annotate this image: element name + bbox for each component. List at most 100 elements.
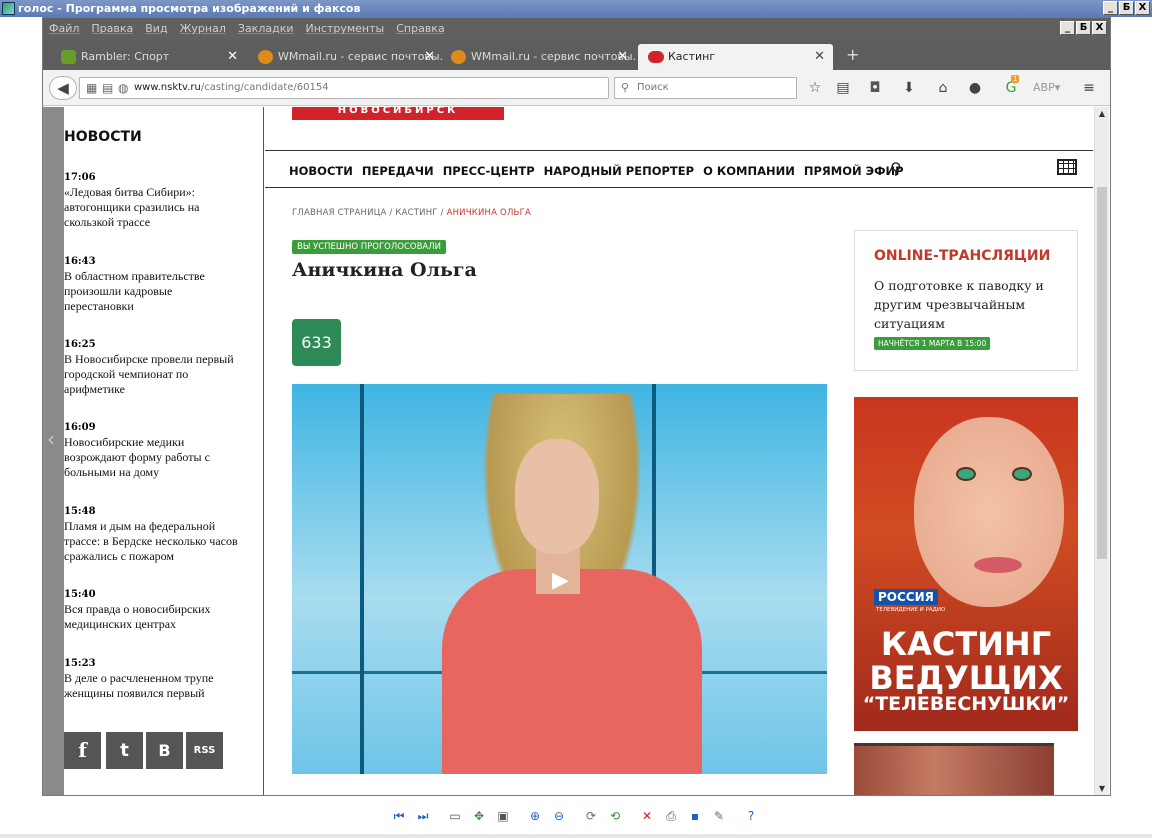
edit-image-icon[interactable]: ✎ [711, 808, 727, 824]
facebook-icon[interactable]: f [64, 732, 101, 769]
bookmarks-list-icon[interactable]: ▤ [833, 78, 853, 98]
news-item[interactable]: 15:40 Вся правда о новосибирских медицин… [64, 588, 239, 632]
nav-live[interactable]: ПРЯМОЙ ЭФИР [804, 164, 904, 178]
ff-maximize-button[interactable]: Б [1076, 21, 1091, 35]
rossia-logo-sub: ТЕЛЕВИДЕНИЕ И РАДИО [876, 607, 946, 613]
previous-image-icon[interactable]: ⏮ [391, 808, 407, 824]
back-button[interactable]: ◀ [49, 76, 77, 100]
tab-close-icon[interactable]: ✕ [227, 44, 238, 70]
news-item[interactable]: 16:09 Новосибирские медики возрождают фо… [64, 421, 239, 480]
breadcrumb-casting[interactable]: КАСТИНГ [395, 208, 437, 218]
site-logo[interactable]: НОВОСИБИРСК [292, 107, 504, 120]
online-broadcasts-box[interactable]: ONLINE-ТРАНСЛЯЦИИ О подготовке к паводку… [854, 230, 1078, 371]
casting-banner[interactable]: РОССИЯ ТЕЛЕВИДЕНИЕ И РАДИО КАСТИНГ ВЕДУЩ… [854, 397, 1078, 731]
news-item[interactable]: 15:23 В деле о расчлененном трупе женщин… [64, 657, 239, 703]
news-link[interactable]: «Ледовая битва Сибири»: автогонщики сраз… [64, 185, 239, 230]
adblock-icon[interactable]: ABP▾ [1033, 78, 1060, 98]
news-item[interactable]: 17:06 «Ледовая битва Сибири»: автогонщик… [64, 171, 239, 230]
menu-help[interactable]: Справка [396, 18, 444, 40]
candidate-video[interactable]: ▶ [292, 384, 827, 774]
news-link[interactable]: Пламя и дым на федеральной трассе: в Бер… [64, 519, 239, 564]
ff-minimize-button[interactable]: _ [1060, 21, 1075, 35]
news-item[interactable]: 16:43 В областном правительстве произошл… [64, 255, 239, 314]
tab-close-icon[interactable]: ✕ [424, 44, 435, 70]
scroll-up-icon[interactable]: ▲ [1097, 109, 1107, 118]
tab-wmmail-1[interactable]: WMmail.ru - сервис почтовы... ✕ [248, 44, 443, 70]
save-icon[interactable]: ▪ [687, 808, 703, 824]
rotate-counterclockwise-icon[interactable]: ⟲ [607, 808, 623, 824]
rss-icon[interactable]: RSS [186, 732, 223, 769]
nav-shows[interactable]: ПЕРЕДАЧИ [362, 164, 434, 178]
pocket-icon[interactable]: ◘ [865, 78, 885, 98]
downloads-icon[interactable]: ⬇ [899, 78, 919, 98]
vk-icon[interactable]: В [146, 732, 183, 769]
menu-view[interactable]: Вид [145, 18, 167, 40]
actual-size-icon[interactable]: ✥ [471, 808, 487, 824]
news-link[interactable]: В областном правительстве произошли кадр… [64, 269, 239, 314]
tab-close-icon[interactable]: ✕ [814, 44, 825, 70]
online-text[interactable]: О подготовке к паводку и другим чрезвыча… [874, 276, 1064, 333]
minimize-button[interactable]: _ [1103, 1, 1118, 15]
scroll-thumb[interactable] [1097, 187, 1107, 559]
viewer-toolbar: ⏮ ⏭ ▭ ✥ ▣ ⊕ ⊖ ⟳ ⟲ ✕ ⎙ ▪ ✎ ? [0, 796, 1152, 838]
identity-icon[interactable]: ▦ [86, 81, 97, 95]
vertical-scrollbar[interactable]: ▲ ▼ [1094, 107, 1109, 795]
schedule-grid-icon[interactable] [1057, 159, 1077, 175]
twitter-icon[interactable]: t [106, 732, 143, 769]
menu-bookmarks[interactable]: Закладки [238, 18, 294, 40]
online-title[interactable]: ONLINE-ТРАНСЛЯЦИИ [874, 248, 1050, 264]
help-icon[interactable]: ? [743, 808, 759, 824]
chevron-left-icon[interactable]: ‹ [47, 427, 55, 451]
news-link[interactable]: Вся правда о новосибирских медицинских ц… [64, 602, 239, 632]
nav-about[interactable]: О КОМПАНИИ [703, 164, 795, 178]
vote-count[interactable]: 633 [292, 319, 341, 366]
news-link[interactable]: В Новосибирске провели первый городской … [64, 352, 239, 397]
tab-casting[interactable]: Кастинг ✕ [638, 44, 833, 70]
bookmark-star-icon[interactable]: ☆ [805, 78, 825, 98]
ff-close-button[interactable]: X [1092, 21, 1107, 35]
menu-hamburger-icon[interactable]: ≡ [1079, 78, 1099, 98]
building-ad-image[interactable] [854, 743, 1054, 795]
nav-press[interactable]: ПРЕСС-ЦЕНТР [443, 164, 535, 178]
tab-bar: Rambler: Спорт ✕ WMmail.ru - сервис почт… [43, 40, 1110, 70]
rotate-clockwise-icon[interactable]: ⟳ [583, 808, 599, 824]
menu-file[interactable]: Файл [49, 18, 79, 40]
reader-icon[interactable]: ▤ [102, 81, 113, 95]
banner-eye [1012, 467, 1032, 481]
play-icon[interactable]: ▶ [552, 568, 569, 593]
candidate-name: Аничкина Ольга [292, 259, 477, 281]
breadcrumb-home[interactable]: ГЛАВНАЯ СТРАНИЦА [292, 208, 386, 218]
scroll-down-icon[interactable]: ▼ [1097, 784, 1107, 793]
slideshow-icon[interactable]: ▣ [495, 808, 511, 824]
news-link[interactable]: Новосибирские медики возрождают форму ра… [64, 435, 239, 480]
close-button[interactable]: X [1135, 1, 1150, 15]
search-input[interactable]: ⚲ Поиск [614, 77, 797, 99]
menu-edit[interactable]: Правка [91, 18, 133, 40]
url-bar[interactable]: ▦ ▤ ◍ www.nsktv.ru/casting/candidate/601… [79, 77, 632, 99]
nav-reporter[interactable]: НАРОДНЫЙ РЕПОРТЕР [544, 164, 694, 178]
tab-close-icon[interactable]: ✕ [617, 44, 628, 70]
tab-wmmail-2[interactable]: WMmail.ru - сервис почтовы... ✕ [441, 44, 636, 70]
search-icon[interactable]: ⚲ [890, 159, 902, 178]
best-fit-icon[interactable]: ▭ [447, 808, 463, 824]
menu-history[interactable]: Журнал [180, 18, 226, 40]
news-link[interactable]: В деле о расчлененном трупе женщины появ… [64, 671, 239, 701]
chat-icon[interactable]: ● [965, 78, 985, 98]
news-heading: НОВОСТИ [64, 129, 142, 145]
zoom-in-icon[interactable]: ⊕ [527, 808, 543, 824]
tab-rambler[interactable]: Rambler: Спорт ✕ [51, 44, 246, 70]
delete-icon[interactable]: ✕ [639, 808, 655, 824]
maximize-button[interactable]: Б [1119, 1, 1134, 15]
news-item[interactable]: 15:48 Пламя и дым на федеральной трассе:… [64, 505, 239, 564]
navigation-bar: ◀ ▦ ▤ ◍ www.nsktv.ru/casting/candidate/6… [43, 70, 1110, 106]
home-icon[interactable]: ⌂ [933, 78, 953, 98]
nav-news[interactable]: НОВОСТИ [289, 164, 353, 178]
next-image-icon[interactable]: ⏭ [415, 808, 431, 824]
video-figure-body [442, 569, 702, 774]
print-icon[interactable]: ⎙ [663, 808, 679, 824]
news-item[interactable]: 16:25 В Новосибирске провели первый горо… [64, 338, 239, 397]
wmmail-favicon-icon [451, 50, 466, 64]
new-tab-button[interactable]: + [846, 45, 859, 64]
menu-tools[interactable]: Инструменты [306, 18, 385, 40]
zoom-out-icon[interactable]: ⊖ [551, 808, 567, 824]
